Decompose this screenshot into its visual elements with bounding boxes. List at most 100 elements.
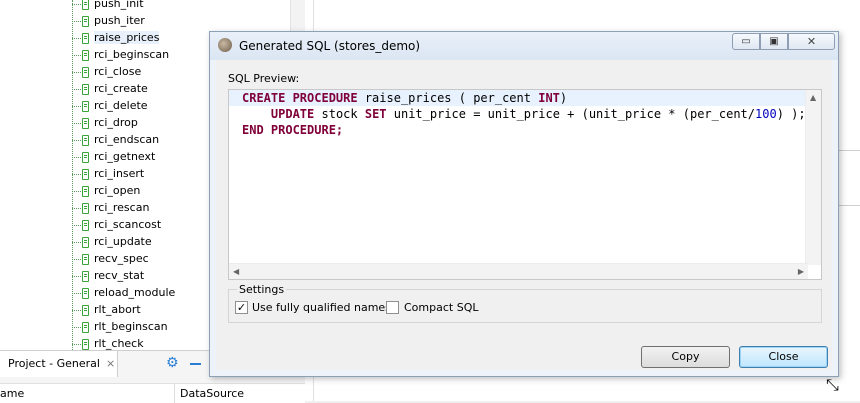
procedure-icon	[82, 0, 89, 10]
generated-sql-dialog: Generated SQL (stores_demo) ▭ ▣ ✕ SQL Pr…	[209, 31, 839, 377]
tree-item-label: rlt_check	[94, 337, 144, 350]
tree-item-label: rlt_beginscan	[94, 320, 168, 333]
tree-item-label: push_iter	[94, 14, 145, 27]
minimize-window-button[interactable]: ▭	[732, 33, 760, 50]
tree-item[interactable]: rci_insert	[72, 165, 144, 182]
code-keyword: END PROCEDURE;	[242, 123, 344, 137]
tree-item[interactable]: rci_delete	[72, 97, 148, 114]
tree-item-label: rci_create	[94, 82, 148, 95]
minimize-icon[interactable]	[190, 363, 201, 365]
tree-item-label: push_init	[94, 0, 144, 10]
scroll-up-arrow-icon[interactable]: ▲	[810, 93, 816, 102]
scroll-left-arrow-icon[interactable]: ◀	[233, 267, 239, 276]
tree-connector	[72, 207, 81, 209]
tree-item-label: rci_rescan	[94, 201, 150, 214]
code-text: )	[559, 91, 568, 105]
tree-item-label: rci_delete	[94, 99, 148, 112]
column-header-name[interactable]: ame	[0, 387, 24, 400]
tree-item[interactable]: raise_prices	[72, 29, 160, 46]
procedure-icon	[82, 168, 89, 180]
procedure-icon	[82, 270, 89, 282]
tree-connector	[72, 122, 81, 124]
tab-label: Project - General	[8, 357, 100, 370]
procedure-icon	[82, 321, 89, 333]
procedure-icon	[82, 117, 89, 129]
compact-sql-label[interactable]: Compact SQL	[404, 301, 478, 314]
procedure-icon	[82, 151, 89, 163]
code-text: raise_prices ( per_cent	[357, 91, 539, 105]
tab-project-general[interactable]: Project - General ⨯	[0, 351, 118, 377]
tree-connector	[72, 326, 81, 328]
code-line-3: END PROCEDURE;	[229, 122, 343, 138]
tree-item[interactable]: rci_open	[72, 182, 140, 199]
tree-item[interactable]: rlt_check	[72, 335, 144, 350]
tree-item[interactable]: rci_update	[72, 233, 152, 250]
compact-sql-checkbox[interactable]	[386, 301, 399, 314]
procedure-icon	[82, 304, 89, 316]
procedure-icon	[82, 338, 89, 350]
tree-item[interactable]: push_init	[72, 0, 144, 12]
tree-item[interactable]: recv_spec	[72, 250, 149, 267]
tree-connector	[72, 54, 81, 56]
tree-item[interactable]: rci_drop	[72, 114, 138, 131]
tree-connector	[72, 105, 81, 107]
procedure-icon	[82, 134, 89, 146]
code-number: 100	[755, 107, 777, 121]
tree-item[interactable]: rci_rescan	[72, 199, 149, 216]
tree-connector	[72, 156, 81, 158]
maximize-window-button[interactable]: ▣	[760, 33, 788, 50]
tree-connector	[72, 190, 81, 192]
tree-item[interactable]: rci_scancost	[72, 216, 161, 233]
dialog-client-area: SQL Preview: CREATE PROCEDURE raise_pric…	[216, 60, 832, 370]
procedure-icon	[82, 15, 89, 27]
tree-item-label: rci_beginscan	[94, 48, 170, 61]
editor-horizontal-scrollbar[interactable]: ◀ ▶	[229, 263, 808, 279]
copy-button[interactable]: Copy	[641, 346, 730, 368]
gear-icon[interactable]: ⚙	[166, 356, 180, 370]
tree-connector	[72, 71, 81, 73]
editor-vertical-scrollbar[interactable]: ▲	[805, 90, 821, 265]
tree-connector	[72, 88, 81, 90]
close-window-button[interactable]: ✕	[788, 33, 835, 50]
tree-item[interactable]: rci_create	[72, 80, 148, 97]
code-line-1: CREATE PROCEDURE raise_prices ( per_cent…	[229, 90, 821, 106]
tree-item-label: reload_module	[94, 286, 176, 299]
code-text: stock	[314, 107, 365, 121]
tree-item[interactable]: rci_endscan	[72, 131, 159, 148]
sql-preview-editor[interactable]: CREATE PROCEDURE raise_prices ( per_cent…	[228, 89, 822, 280]
tree-item[interactable]: rci_close	[72, 63, 141, 80]
column-header-datasource[interactable]: DataSource	[180, 387, 244, 400]
fully-qualified-names-checkbox[interactable]: ✓	[235, 301, 248, 314]
close-tab-icon[interactable]: ⨯	[106, 357, 115, 370]
tree-item[interactable]: rci_getnext	[72, 148, 155, 165]
scroll-right-arrow-icon[interactable]: ▶	[798, 267, 804, 276]
tree-connector	[72, 173, 81, 175]
dialog-titlebar[interactable]: Generated SQL (stores_demo) ▭ ▣ ✕	[210, 32, 838, 60]
tree-item-label: rci_close	[94, 65, 142, 78]
tree-connector	[72, 139, 81, 141]
tree-item-label: rlt_abort	[94, 303, 141, 316]
tree-connector	[72, 275, 81, 277]
sql-preview-label: SQL Preview:	[228, 72, 300, 85]
procedure-icon	[82, 287, 89, 299]
tree-connector	[72, 3, 81, 5]
column-separator	[174, 384, 175, 403]
tree-item[interactable]: recv_stat	[72, 267, 144, 284]
tree-connector	[72, 258, 81, 260]
tree-item[interactable]: reload_module	[72, 284, 175, 301]
tree-item[interactable]: rlt_beginscan	[72, 318, 168, 335]
tree-connector	[72, 343, 81, 345]
close-button[interactable]: Close	[739, 346, 828, 368]
procedure-icon	[82, 49, 89, 61]
tree-item[interactable]: rlt_abort	[72, 301, 141, 318]
tree-item-label: rci_open	[94, 184, 141, 197]
tree-item-label: rci_drop	[94, 116, 138, 129]
tree-item-label: rci_scancost	[94, 218, 162, 231]
tree-connector	[72, 224, 81, 226]
tree-item-label: recv_spec	[94, 252, 149, 265]
tree-item[interactable]: rci_beginscan	[72, 46, 169, 63]
tree-item[interactable]: push_iter	[72, 12, 145, 29]
fully-qualified-names-label[interactable]: Use fully qualified names	[252, 301, 391, 314]
tree-item-label: recv_stat	[94, 269, 145, 282]
